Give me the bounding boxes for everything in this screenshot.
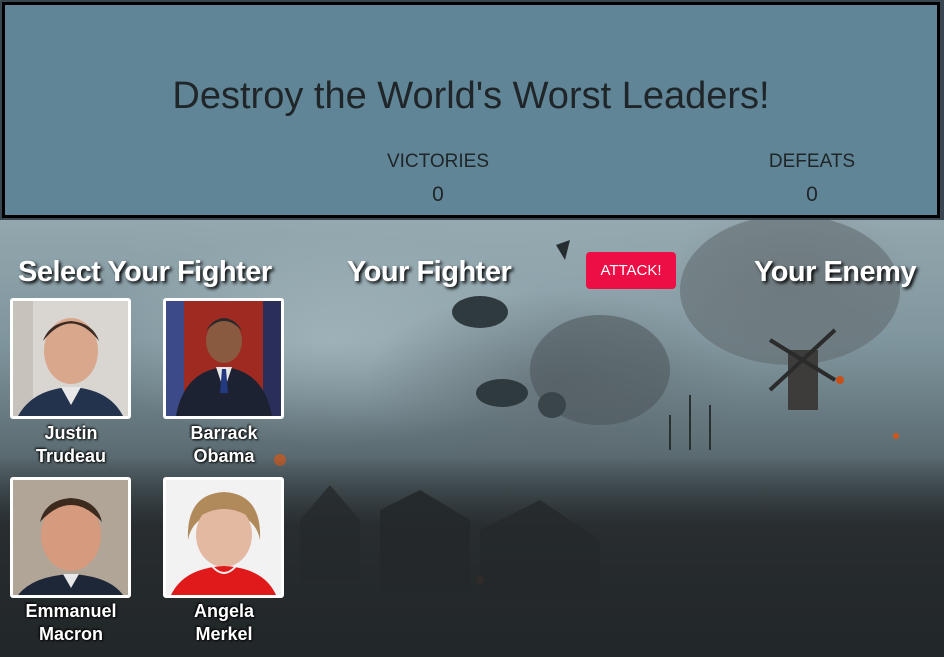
fighter-name: Angela Merkel (193, 601, 254, 644)
victories-count: 0 (432, 183, 444, 206)
defeats-label: DEFEATS (768, 151, 856, 172)
fighter-card[interactable] (10, 298, 131, 419)
battlefield-background: Select Your Fighter Your Fighter ATTACK!… (0, 220, 944, 657)
fighter-portrait (166, 480, 281, 595)
fighter-card[interactable] (163, 298, 284, 419)
your-enemy-heading: Your Enemy (754, 256, 917, 288)
attack-button[interactable]: ATTACK! (586, 252, 676, 289)
victories-label: VICTORIES (386, 151, 490, 172)
your-fighter-heading: Your Fighter (347, 256, 512, 288)
fighter-portrait (13, 480, 128, 595)
select-fighter-heading: Select Your Fighter (18, 256, 272, 288)
fighter-portrait (13, 301, 128, 416)
scoreboard-header: Destroy the World's Worst Leaders! VICTO… (2, 2, 940, 218)
fighter-name: Justin Trudeau (35, 423, 106, 466)
fighter-card[interactable] (10, 477, 131, 598)
fighter-card[interactable] (163, 477, 284, 598)
victories-stat: VICTORIES 0 (368, 151, 508, 207)
fighter-name: Barrack Obama (190, 423, 258, 466)
defeats-stat: DEFEATS 0 (742, 151, 882, 207)
fighter-portrait (166, 301, 281, 416)
fighter-name: Emmanuel Macron (25, 601, 117, 644)
ground-shadow (0, 457, 944, 657)
page-title: Destroy the World's Worst Leaders! (172, 75, 770, 117)
defeats-count: 0 (806, 183, 818, 206)
